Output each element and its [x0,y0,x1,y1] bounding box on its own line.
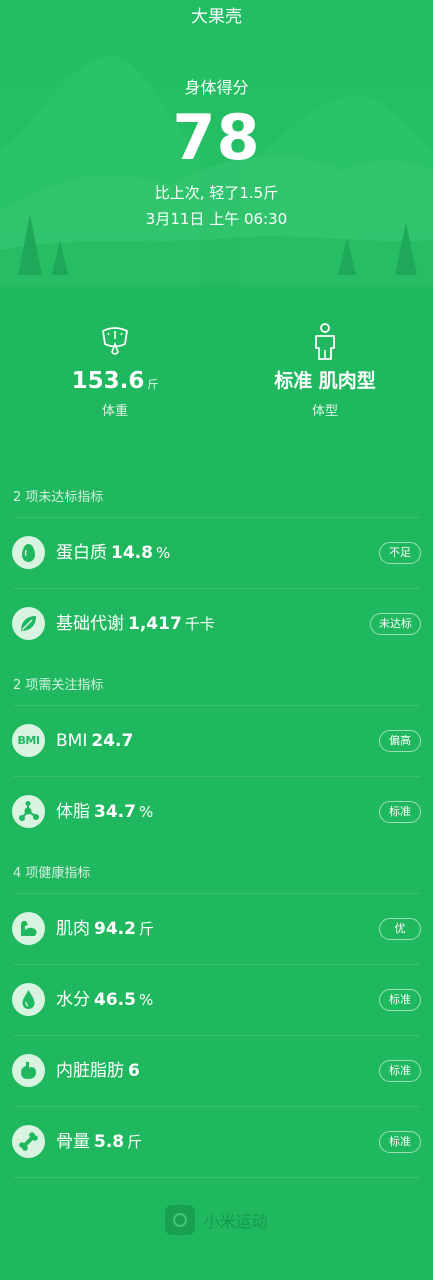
body-type-caption: 体型 [311,404,338,419]
status-badge: 标准 [379,989,421,1011]
bmi-icon: BMI [12,724,45,757]
muscle-arm-icon [12,912,45,945]
app-title: 大果壳 [191,7,242,27]
metric-value: 34.7 [94,802,136,822]
section-header-unmet: 2 项未达标指标 [13,490,104,505]
metric-value: 6 [128,1061,140,1081]
weight-unit: 斤 [147,378,159,391]
summary-panel: 153.6 斤 体重 标准 肌肉型 体型 [0,322,433,432]
metric-value: 46.5 [94,990,136,1010]
status-badge: 标准 [379,1060,421,1082]
footer-app-name: 小米运动 [203,1212,268,1231]
metric-unit: 斤 [138,920,154,938]
status-badge: 标准 [379,801,421,823]
status-badge: 未达标 [370,613,421,635]
divider [13,1177,420,1178]
metric-name: 水分 [56,990,90,1010]
metric-row-bmi[interactable]: BMI BMI 24.7 偏高 [0,706,433,776]
metric-row-bone-mass[interactable]: 骨量 5.8 斤 标准 [0,1107,433,1177]
metric-unit: 斤 [127,1133,143,1151]
metric-unit: % [155,544,171,562]
metric-unit: % [138,803,154,821]
molecule-icon [12,795,45,828]
metric-value: 24.7 [91,731,134,751]
stomach-icon [12,1054,45,1087]
status-badge: 标准 [379,1131,421,1153]
score-label: 身体得分 [184,78,249,97]
metric-unit: % [138,991,154,1009]
metric-name: 基础代谢 [56,614,124,634]
measurement-time: 3月11日 上午 06:30 [145,210,288,228]
score-hero: 大果壳 身体得分 78 比上次, 轻了1.5斤 3月11日 上午 06:30 [0,0,433,285]
weight-summary[interactable]: 153.6 斤 体重 [15,322,215,419]
status-badge: 不足 [379,542,421,564]
body-type-summary[interactable]: 标准 肌肉型 体型 [225,322,425,419]
metric-row-protein[interactable]: 蛋白质 14.8% 不足 [0,518,433,588]
metric-name: 肌肉 [56,919,90,939]
weight-caption: 体重 [101,404,128,419]
metric-value: 94.2 [94,919,136,939]
metric-row-body-fat[interactable]: 体脂 34.7% 标准 [0,777,433,847]
section-header-attention: 2 项需关注指标 [13,678,104,693]
metric-row-muscle[interactable]: 肌肉 94.2 斤 优 [0,894,433,964]
metric-value: 5.8 [94,1132,125,1152]
status-badge: 优 [379,918,421,940]
metric-row-bmr[interactable]: 基础代谢 1,417 千卡 未达标 [0,589,433,659]
status-badge: 偏高 [379,730,421,752]
metric-name: 体脂 [56,802,90,822]
metric-name: BMI [56,731,88,751]
score-value: 78 [172,101,261,174]
metric-name: 内脏脂肪 [56,1061,124,1081]
mi-fit-logo-icon [165,1205,196,1235]
weight-change-text: 比上次, 轻了1.5斤 [154,184,279,202]
water-drop-icon [12,983,45,1016]
scale-icon [102,327,128,355]
leaf-icon [12,607,45,640]
bone-icon [12,1125,45,1158]
protein-egg-icon [12,536,45,569]
metric-row-water[interactable]: 水分 46.5% 标准 [0,965,433,1035]
weight-value: 153.6 [71,368,145,394]
metric-name: 骨量 [56,1132,90,1152]
metric-value: 1,417 [128,614,182,634]
body-figure-icon [315,323,335,360]
body-type-value: 标准 肌肉型 [274,370,376,392]
section-header-healthy: 4 项健康指标 [13,866,91,881]
footer-branding: 小米运动 [0,1205,433,1235]
metric-name: 蛋白质 [56,543,107,563]
metric-value: 14.8 [111,543,153,563]
metric-unit: 千卡 [184,615,215,633]
metric-row-visceral-fat[interactable]: 内脏脂肪 6 标准 [0,1036,433,1106]
